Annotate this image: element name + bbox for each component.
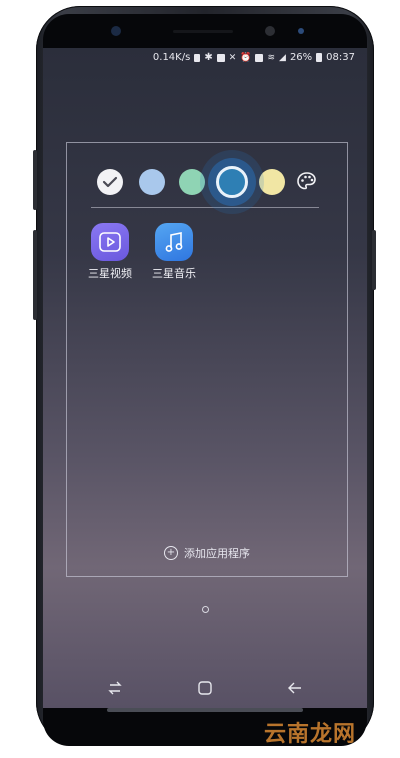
app-label: 三星视频 [88,267,132,280]
bottom-edge-glow [107,708,303,712]
watermark: 云南龙网 [264,722,357,747]
nfc-icon [216,53,225,62]
add-apps-button[interactable]: + 添加应用程序 [67,545,347,561]
status-bar: 0.14K/s ✱ ✕ ⏰ ≋ ◢ 26% 08:37 [43,48,367,68]
home-screen: 0.14K/s ✱ ✕ ⏰ ≋ ◢ 26% 08:37 三星视频 三星音乐 + … [43,48,367,714]
add-apps-label: 添加应用程序 [184,547,250,560]
folder-panel: 三星视频 三星音乐 + 添加应用程序 [66,142,348,577]
app-samsung-music[interactable]: 三星音乐 [142,223,206,281]
color-option[interactable] [139,169,165,195]
notification-icon [194,53,201,62]
app-label: 三星音乐 [152,267,196,280]
palette-icon[interactable] [295,170,319,194]
speaker-grille [173,30,233,33]
video-play-icon [91,223,129,261]
front-camera-icon [111,26,121,36]
back-button[interactable] [285,678,305,698]
data-saver-icon [255,53,264,62]
power-button [372,230,376,290]
color-option[interactable] [179,169,205,195]
battery-level: 26% [289,52,313,63]
add-circle-icon: + [164,546,178,560]
wifi-icon: ≋ [267,52,276,63]
home-button[interactable] [195,678,215,698]
navigation-bar [43,670,367,704]
alarm-icon: ⏰ [240,52,252,63]
network-speed: 0.14K/s [152,52,191,63]
battery-icon [316,53,323,62]
volume-button [33,150,37,210]
recent-apps-button[interactable] [105,678,125,698]
mute-icon: ✕ [228,52,237,63]
divider [91,207,319,208]
iris-sensor-icon [298,28,304,34]
color-option-check[interactable] [97,169,123,195]
proximity-sensor-icon [265,26,275,36]
color-option[interactable] [259,169,285,195]
bixby-button [33,230,37,320]
app-samsung-video[interactable]: 三星视频 [78,223,142,281]
page-indicator [202,606,209,613]
top-bezel [43,14,367,50]
music-note-icon [155,223,193,261]
color-option-selected[interactable] [216,166,248,198]
signal-icon: ◢ [279,52,286,63]
bluetooth-icon: ✱ [204,52,213,63]
clock: 08:37 [326,52,355,63]
